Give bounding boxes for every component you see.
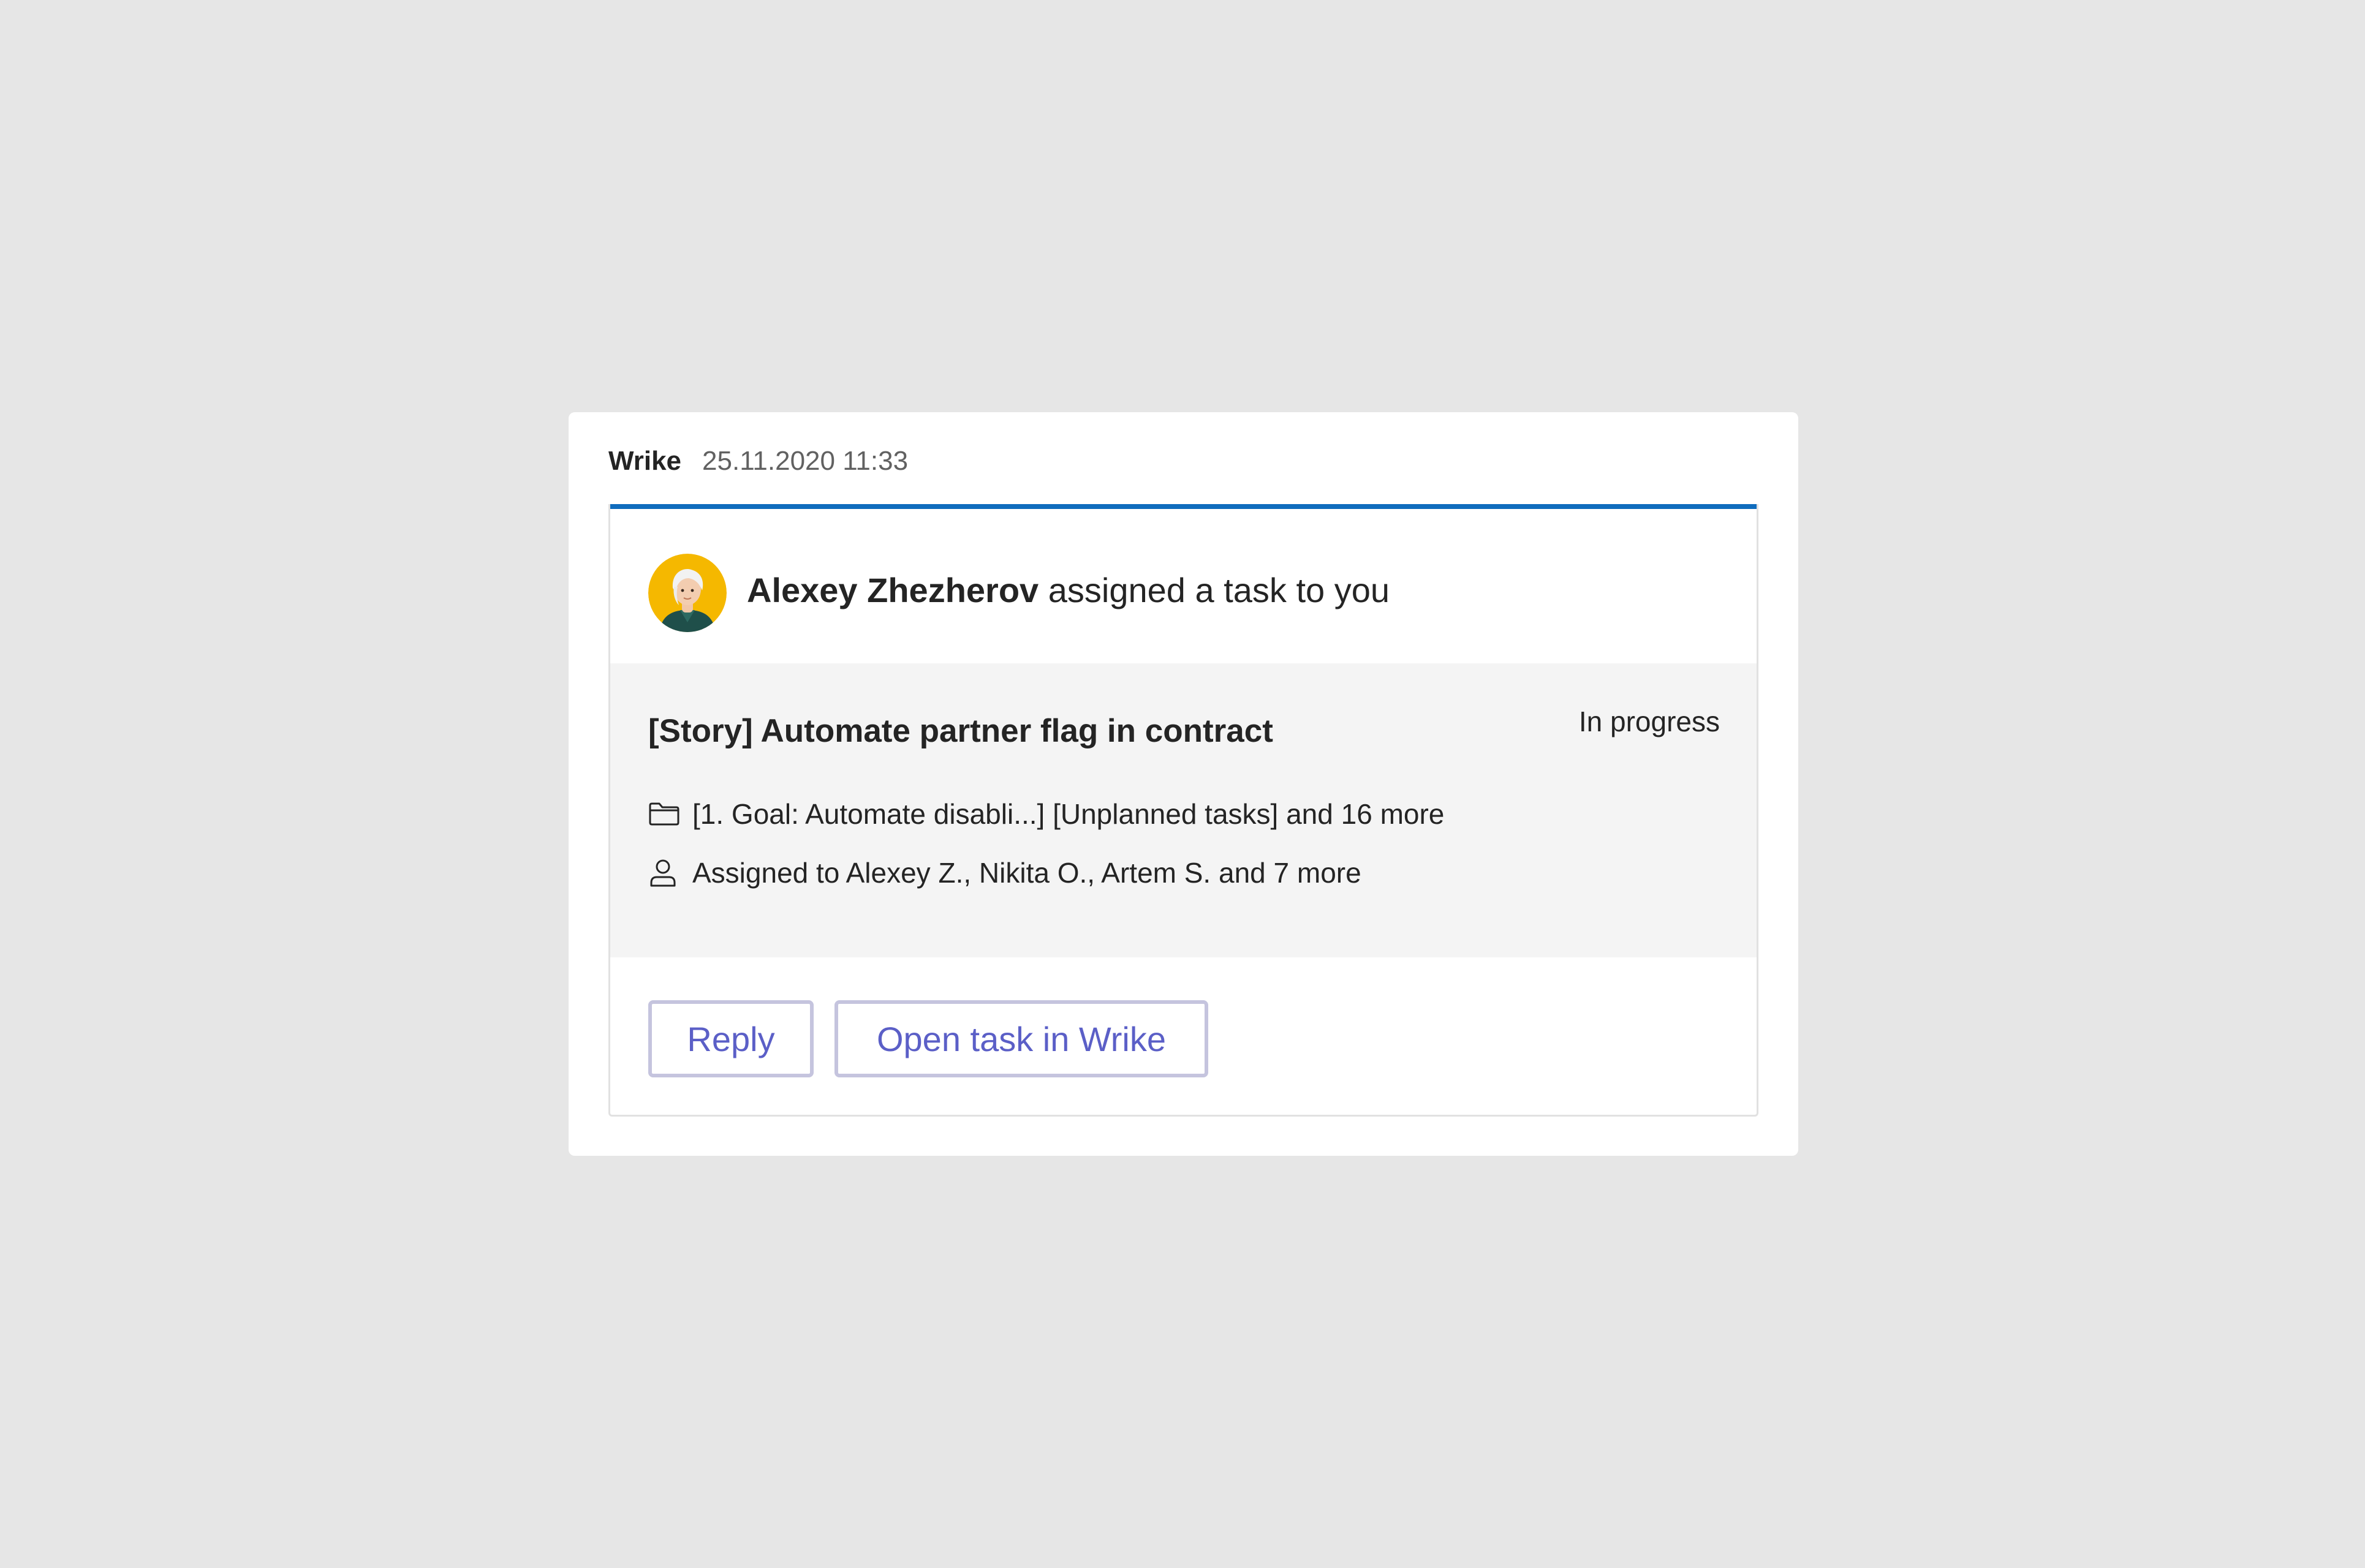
card-actions: Reply Open task in Wrike — [648, 1000, 1208, 1077]
task-title: [Story] Automate partner flag in contrac… — [648, 713, 1273, 749]
task-folders-text: [1. Goal: Automate disabli...] [Unplanne… — [692, 798, 1445, 830]
card-header: Alexey Zhezherov assigned a task to you — [610, 509, 1757, 663]
person-icon — [648, 856, 683, 890]
message-timestamp: 25.11.2020 11:33 — [702, 446, 909, 476]
action-text: assigned a task to you — [1039, 571, 1390, 609]
user-avatar — [648, 554, 727, 632]
task-folders-row: [1. Goal: Automate disabli...] [Unplanne… — [648, 796, 1444, 832]
avatar-illustration-icon — [648, 554, 727, 632]
task-assignees-row: Assigned to Alexey Z., Nikita O., Artem … — [648, 854, 1361, 891]
task-details: [Story] Automate partner flag in contrac… — [610, 663, 1757, 957]
card-accent-bar — [610, 504, 1757, 509]
task-status: In progress — [1578, 706, 1720, 737]
sender-name: Wrike — [608, 446, 682, 476]
card-headline: Alexey Zhezherov assigned a task to you — [747, 570, 1390, 610]
adaptive-card: Alexey Zhezherov assigned a task to you … — [608, 504, 1758, 1117]
reply-button[interactable]: Reply — [648, 1000, 814, 1077]
folder-icon — [648, 797, 683, 831]
open-task-in-wrike-button[interactable]: Open task in Wrike — [834, 1000, 1208, 1077]
task-assignees-text: Assigned to Alexey Z., Nikita O., Artem … — [692, 857, 1361, 889]
message-header: Wrike 25.11.2020 11:33 — [608, 446, 908, 489]
actor-name: Alexey Zhezherov — [747, 571, 1039, 609]
chat-message: Wrike 25.11.2020 11:33 Alexey Zhezherov … — [569, 412, 1798, 1156]
